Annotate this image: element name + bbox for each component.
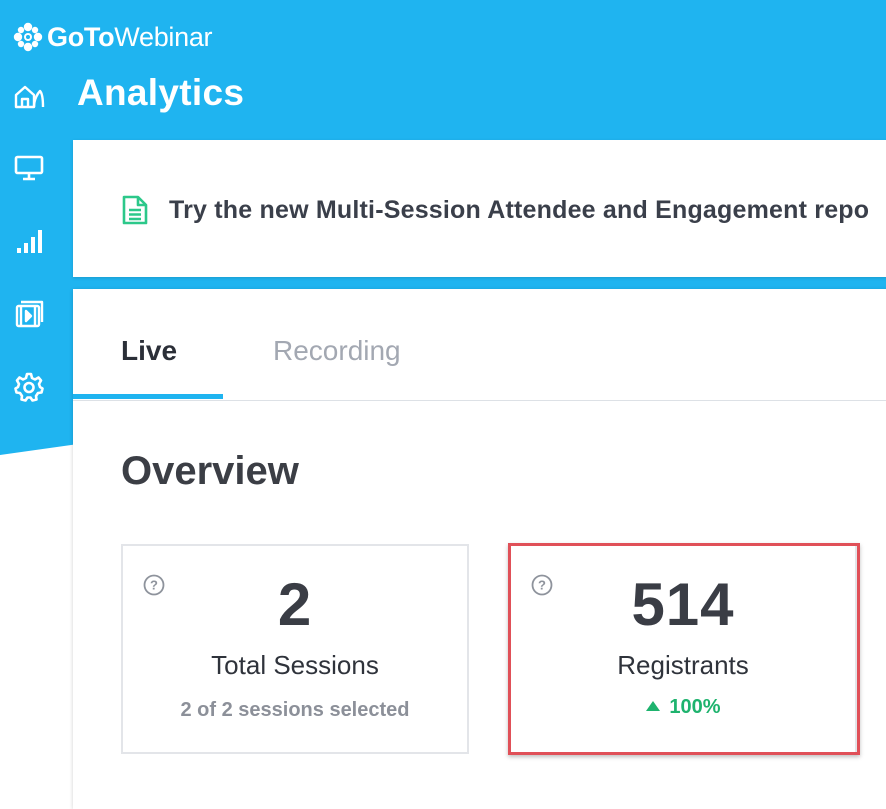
nav-settings[interactable] (10, 368, 48, 406)
tab-bar: Live Recording (73, 289, 886, 401)
total-sessions-card: ? 2 Total Sessions 2 of 2 sessions selec… (121, 544, 469, 754)
recordings-icon (15, 300, 44, 328)
analytics-icon (17, 230, 42, 253)
overview-heading: Overview (121, 449, 299, 493)
nav-home[interactable] (10, 78, 48, 116)
document-icon (122, 195, 148, 225)
nav-webinars[interactable] (10, 148, 48, 186)
promo-banner[interactable]: Try the new Multi-Session Attendee and E… (73, 140, 886, 277)
promo-banner-text[interactable]: Try the new Multi-Session Attendee and E… (169, 196, 869, 225)
settings-icon (14, 372, 44, 402)
sessions-selected-text: 2 of 2 sessions selected (180, 699, 410, 721)
nav-recordings[interactable] (10, 295, 48, 333)
gotowebinar-logo-icon (13, 22, 43, 52)
tab-recording[interactable]: Recording (273, 335, 401, 367)
tab-live[interactable]: Live (121, 335, 177, 367)
total-sessions-value: 2 (277, 571, 313, 638)
active-tab-indicator (73, 394, 223, 399)
brand-name: GoToWebinar (47, 21, 213, 52)
nav-analytics[interactable] (10, 222, 48, 260)
brand-logo[interactable]: GoToWebinar (12, 20, 213, 54)
highlight-box (508, 543, 860, 755)
monitor-icon (14, 155, 44, 181)
home-icon (14, 85, 45, 109)
page-title: Analytics (77, 72, 245, 113)
total-sessions-label: Total Sessions (211, 650, 379, 680)
